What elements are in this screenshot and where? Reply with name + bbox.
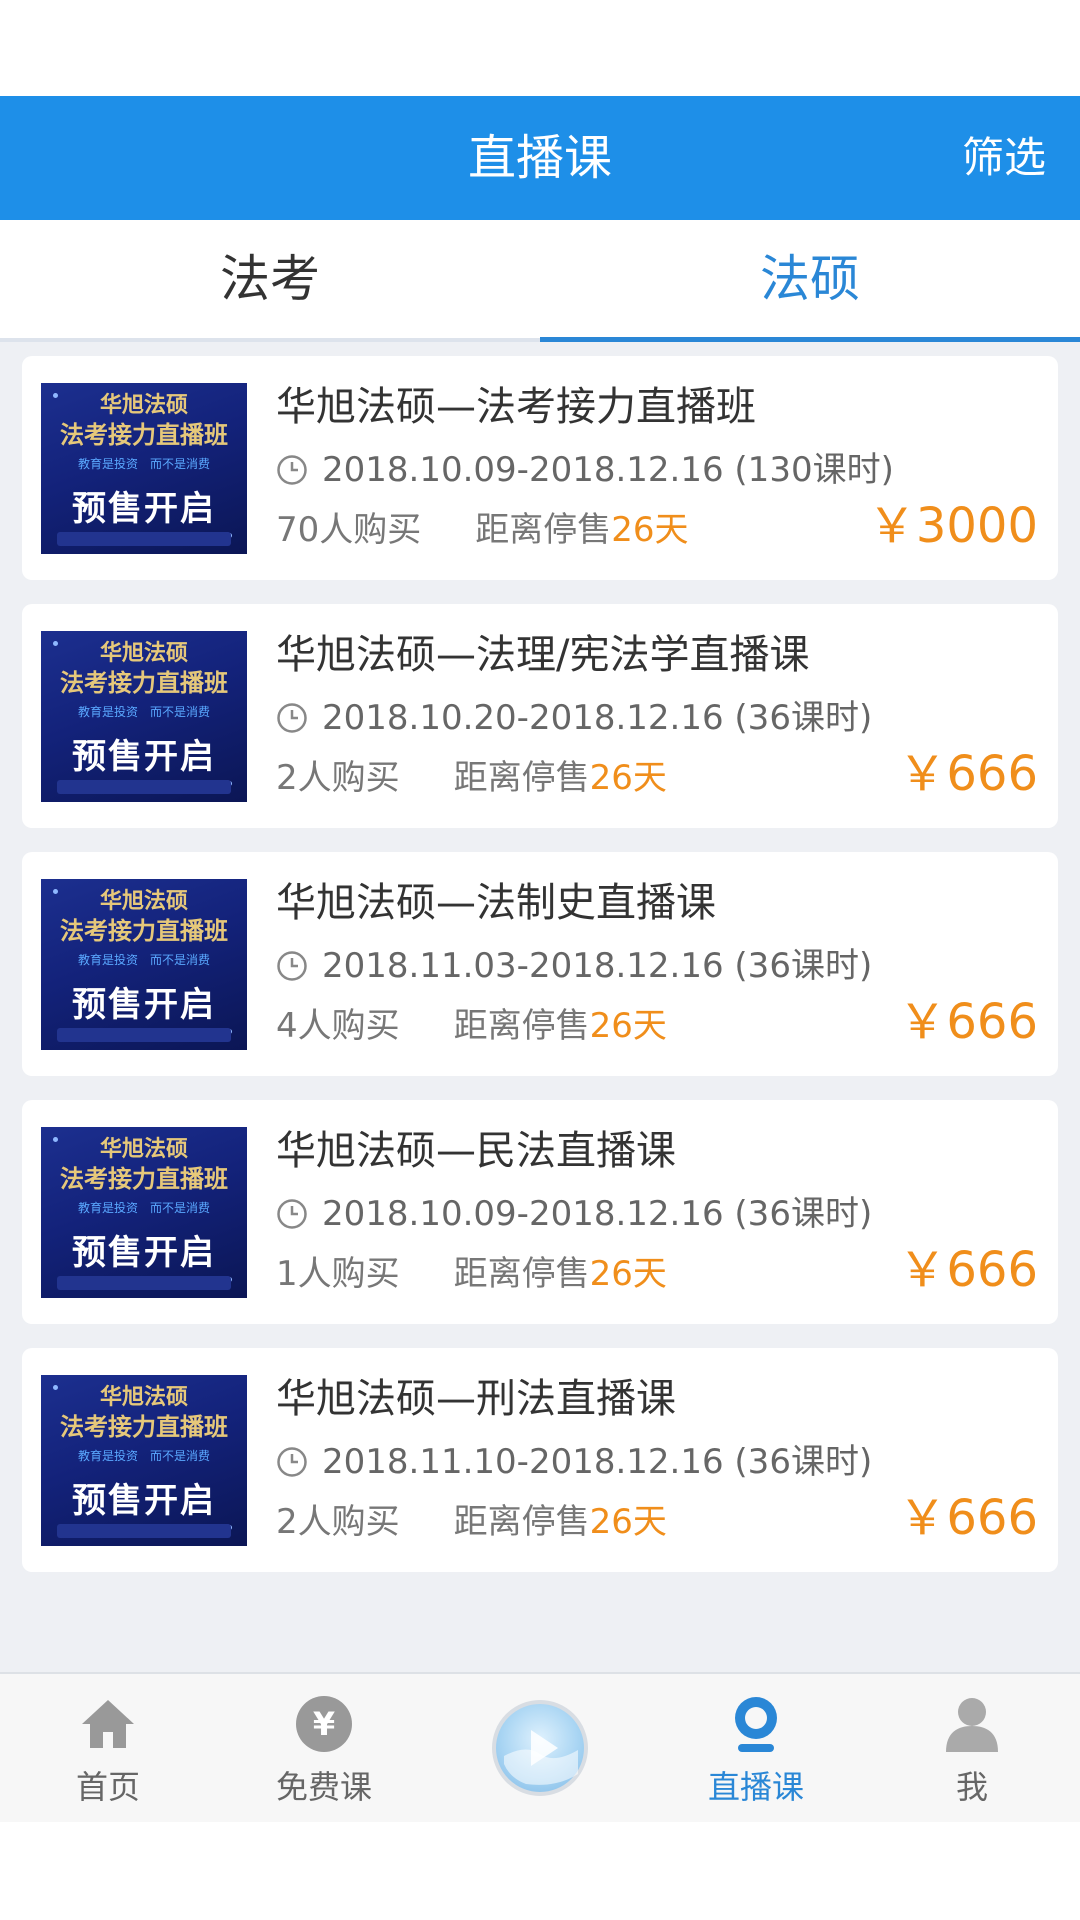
bottom-area	[0, 1822, 1080, 1920]
course-dates: 2018.10.20-2018.12.16 (36课时)	[276, 696, 872, 740]
course-price: ￥666	[898, 1490, 1038, 1546]
course-thumbnail: 华旭法硕 法考接力直播班 教育是投资 而不是消费 预售开启	[41, 879, 247, 1050]
course-price: ￥666	[898, 994, 1038, 1050]
course-card[interactable]: 华旭法硕 法考接力直播班 教育是投资 而不是消费 预售开启 华旭法硕—民法直播课…	[22, 1100, 1058, 1324]
buyer-count: 2人购买	[276, 758, 400, 798]
clock-icon	[277, 1446, 307, 1477]
days-remaining: 26天	[589, 758, 667, 798]
status-bar	[0, 0, 1080, 96]
course-card[interactable]: 华旭法硕 法考接力直播班 教育是投资 而不是消费 预售开启 华旭法硕—刑法直播课…	[22, 1348, 1058, 1572]
tabbar-item-me[interactable]: 我	[872, 1674, 1072, 1822]
course-dates: 2018.10.09-2018.12.16 (130课时)	[276, 448, 894, 492]
category-tabs: 法考 法硕	[0, 220, 1080, 342]
user-icon	[946, 1698, 998, 1752]
course-price: ￥666	[898, 746, 1038, 802]
course-dates: 2018.11.10-2018.12.16 (36课时)	[276, 1440, 872, 1484]
tabbar-item-free[interactable]: ¥ 免费课	[224, 1674, 424, 1822]
home-icon	[82, 1700, 134, 1748]
course-meta: 2人购买 距离停售26天	[276, 1498, 667, 1546]
course-meta: 1人购买 距离停售26天	[276, 1250, 667, 1298]
course-meta: 4人购买 距离停售26天	[276, 1002, 667, 1050]
course-title: 华旭法硕—法考接力直播班	[276, 384, 756, 430]
clock-icon	[277, 702, 307, 733]
days-remaining: 26天	[589, 1254, 667, 1294]
buyer-count: 4人购买	[276, 1006, 400, 1046]
stop-label: 距离停售	[475, 510, 612, 550]
days-remaining: 26天	[611, 510, 689, 550]
course-thumbnail: 华旭法硕 法考接力直播班 教育是投资 而不是消费 预售开启	[41, 1127, 247, 1298]
tabbar-item-live[interactable]: 直播课	[656, 1674, 856, 1822]
course-price: ￥3000	[867, 498, 1038, 554]
buyer-count: 2人购买	[276, 1502, 400, 1542]
days-remaining: 26天	[589, 1006, 667, 1046]
top-bar: 直播课 筛选	[0, 96, 1080, 220]
buyer-count: 1人购买	[276, 1254, 400, 1294]
tab-fakao[interactable]: 法考	[0, 220, 540, 338]
stop-label: 距离停售	[453, 1254, 590, 1294]
course-card[interactable]: 华旭法硕 法考接力直播班 教育是投资 而不是消费 预售开启 华旭法硕—法理/宪法…	[22, 604, 1058, 828]
course-thumbnail: 华旭法硕 法考接力直播班 教育是投资 而不是消费 预售开启	[41, 1375, 247, 1546]
course-title: 华旭法硕—法理/宪法学直播课	[276, 632, 810, 678]
live-icon	[735, 1697, 777, 1752]
clock-icon	[277, 1198, 307, 1229]
course-meta: 70人购买 距离停售26天	[276, 506, 689, 554]
play-icon	[504, 1730, 578, 1785]
stop-label: 距离停售	[453, 1502, 590, 1542]
course-dates: 2018.11.03-2018.12.16 (36课时)	[276, 944, 872, 988]
yen-coin-icon: ¥	[296, 1696, 352, 1752]
course-card[interactable]: 华旭法硕 法考接力直播班 教育是投资 而不是消费 预售开启 华旭法硕—法考接力直…	[22, 356, 1058, 580]
stop-label: 距离停售	[453, 1006, 590, 1046]
page-title: 直播课	[467, 130, 612, 186]
svg-text:¥: ¥	[313, 1705, 335, 1743]
course-card[interactable]: 华旭法硕 法考接力直播班 教育是投资 而不是消费 预售开启 华旭法硕—法制史直播…	[22, 852, 1058, 1076]
course-thumbnail: 华旭法硕 法考接力直播班 教育是投资 而不是消费 预售开启	[41, 383, 247, 554]
clock-icon	[277, 950, 307, 981]
stop-label: 距离停售	[453, 758, 590, 798]
buyer-count: 70人购买	[276, 510, 422, 550]
tab-fashuo[interactable]: 法硕	[540, 220, 1080, 338]
days-remaining: 26天	[589, 1502, 667, 1542]
course-dates: 2018.10.09-2018.12.16 (36课时)	[276, 1192, 872, 1236]
course-title: 华旭法硕—刑法直播课	[276, 1376, 676, 1422]
tabbar-item-home[interactable]: 首页	[8, 1674, 208, 1822]
course-list: 华旭法硕 法考接力直播班 教育是投资 而不是消费 预售开启 华旭法硕—法考接力直…	[0, 342, 1080, 1672]
course-price: ￥666	[898, 1242, 1038, 1298]
clock-icon	[277, 454, 307, 485]
course-thumbnail: 华旭法硕 法考接力直播班 教育是投资 而不是消费 预售开启	[41, 631, 247, 802]
play-button[interactable]	[492, 1700, 588, 1796]
course-meta: 2人购买 距离停售26天	[276, 754, 667, 802]
course-title: 华旭法硕—法制史直播课	[276, 880, 716, 926]
filter-button[interactable]: 筛选	[962, 96, 1046, 220]
course-title: 华旭法硕—民法直播课	[276, 1128, 676, 1174]
